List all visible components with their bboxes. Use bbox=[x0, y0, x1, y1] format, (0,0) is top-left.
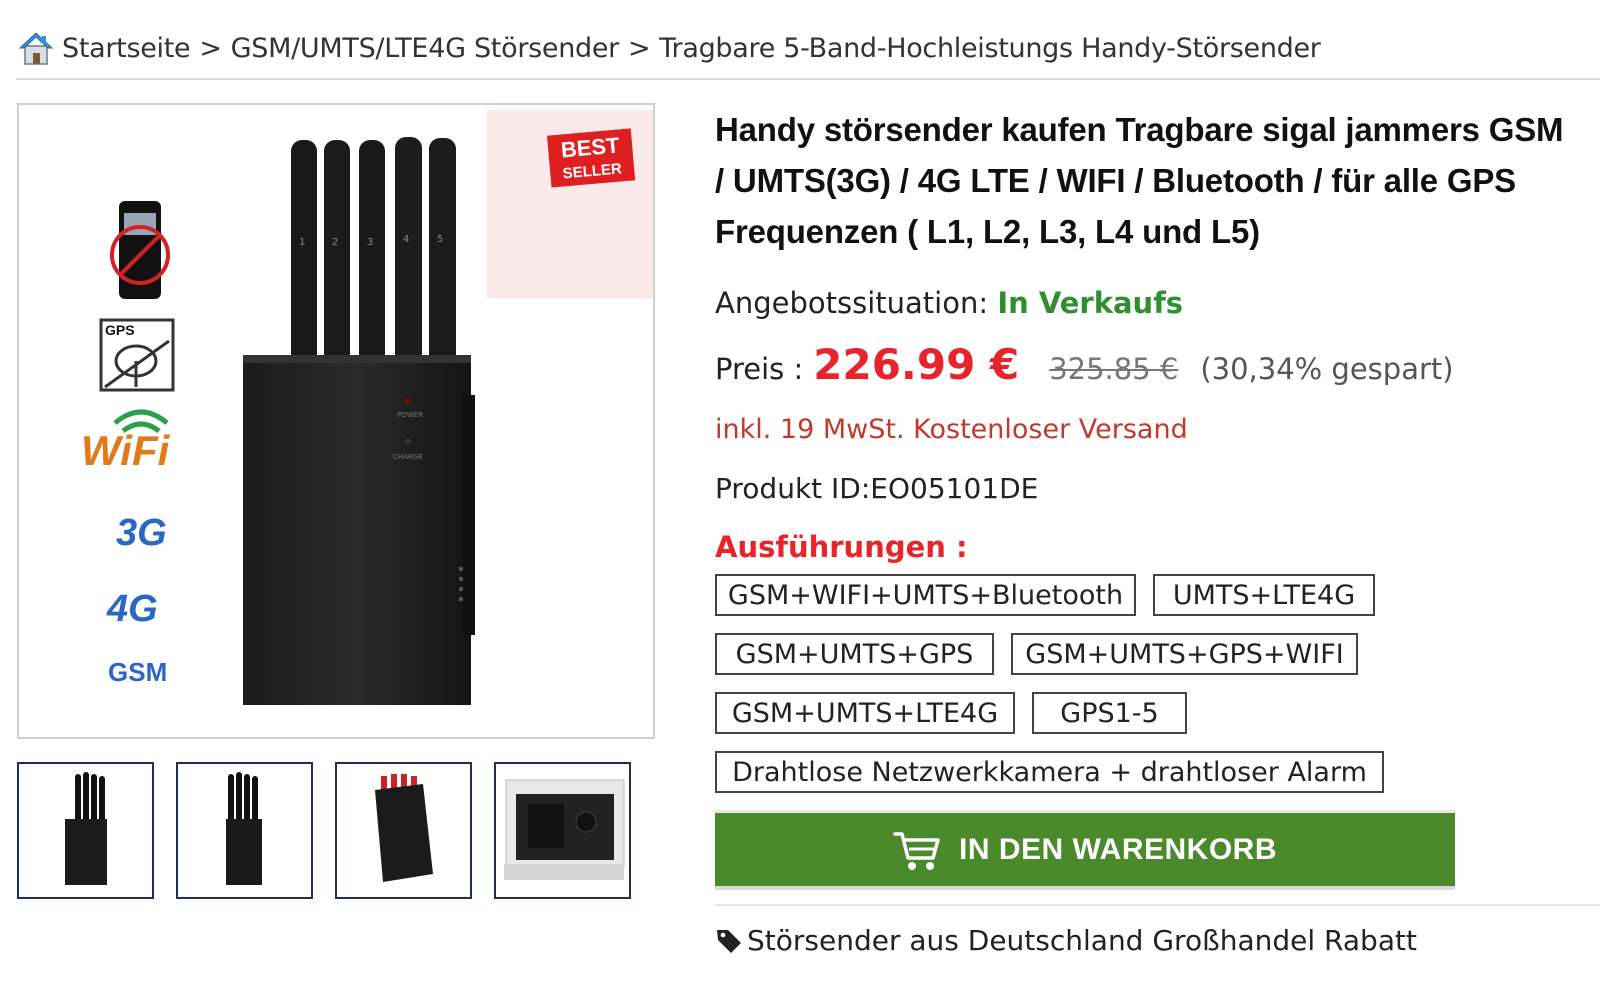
wifi-icon: WiFi bbox=[81, 409, 171, 474]
breadcrumb-link-home[interactable]: Startseite bbox=[62, 33, 191, 64]
cart-button-label: IN DEN WARENKORB bbox=[958, 832, 1277, 866]
svg-text:3: 3 bbox=[367, 237, 373, 248]
option-gsm-umts-gps-wifi[interactable]: GSM+UMTS+GPS+WIFI bbox=[1011, 633, 1358, 675]
vat-note: inkl. 19 MwSt. Kostenloser Versand bbox=[715, 414, 1188, 445]
gsm-icon: GSM bbox=[108, 657, 167, 687]
thumbnail-1[interactable] bbox=[17, 762, 154, 899]
thumbnail-strip bbox=[17, 762, 631, 899]
breadcrumb: Startseite > GSM/UMTS/LTE4G Störsender >… bbox=[16, 20, 1600, 76]
price-old: 325.85 € bbox=[1049, 352, 1179, 386]
breadcrumb-link-category[interactable]: GSM/UMTS/LTE4G Störsender bbox=[231, 33, 620, 64]
breadcrumb-link-product[interactable]: Tragbare 5-Band-Hochleistungs Handy-Stör… bbox=[659, 33, 1321, 64]
availability-row: Angebotssituation: In Verkaufs bbox=[715, 286, 1183, 320]
home-icon[interactable] bbox=[16, 28, 56, 68]
main-product-image[interactable]: BEST SELLER GPS WiFi 3G 4G GSM 1 2 3 4 5… bbox=[17, 103, 655, 739]
product-id: Produkt ID:EO05101DE bbox=[715, 472, 1039, 505]
thumbnail-4[interactable] bbox=[494, 762, 631, 899]
price-saved: (30,34% gespart) bbox=[1200, 352, 1454, 386]
option-gps1-5[interactable]: GPS1-5 bbox=[1032, 692, 1187, 734]
breadcrumb-separator: > bbox=[627, 32, 651, 64]
info-divider bbox=[715, 904, 1600, 906]
svg-text:WiFi: WiFi bbox=[81, 427, 171, 474]
availability-label: Angebotssituation: bbox=[715, 286, 998, 320]
product-photo: BEST SELLER GPS WiFi 3G 4G GSM 1 2 3 4 5… bbox=[81, 110, 653, 705]
svg-text:1: 1 bbox=[299, 237, 305, 248]
gps-icon: GPS bbox=[99, 318, 175, 392]
svg-text:5: 5 bbox=[437, 234, 443, 245]
3g-icon: 3G bbox=[116, 512, 167, 554]
4g-icon: 4G bbox=[106, 588, 158, 630]
price-row: Preis : 226.99 € 325.85 € (30,34% gespar… bbox=[715, 340, 1454, 389]
option-umts-lte4g[interactable]: UMTS+LTE4G bbox=[1153, 574, 1375, 616]
no-phone-icon bbox=[110, 201, 170, 299]
badge-line1: BEST bbox=[560, 132, 621, 162]
breadcrumb-divider bbox=[16, 78, 1600, 80]
price-label: Preis : bbox=[715, 352, 804, 386]
option-gsm-umts-gps[interactable]: GSM+UMTS+GPS bbox=[715, 633, 994, 675]
option-gsm-umts-lte4g[interactable]: GSM+UMTS+LTE4G bbox=[715, 692, 1015, 734]
thumbnail-2[interactable] bbox=[176, 762, 313, 899]
breadcrumb-separator: > bbox=[199, 32, 222, 64]
price-current: 226.99 € bbox=[813, 340, 1020, 389]
option-gsm-wifi-umts-bluetooth[interactable]: GSM+WIFI+UMTS+Bluetooth bbox=[715, 574, 1136, 616]
svg-text:CHARGE: CHARGE bbox=[393, 453, 423, 461]
svg-text:4: 4 bbox=[403, 234, 409, 245]
svg-text:2: 2 bbox=[332, 237, 338, 248]
product-title: Handy störsender kaufen Tragbare sigal j… bbox=[715, 111, 1564, 250]
thumbnail-3[interactable] bbox=[335, 762, 472, 899]
wholesale-text: Störsender aus Deutschland Großhandel Ra… bbox=[747, 924, 1417, 957]
best-seller-badge: BEST SELLER bbox=[546, 128, 636, 188]
wholesale-discount-link[interactable]: Störsender aus Deutschland Großhandel Ra… bbox=[715, 924, 1417, 957]
cart-icon bbox=[893, 831, 940, 870]
svg-text:POWER: POWER bbox=[397, 411, 423, 419]
add-to-cart-button[interactable]: IN DEN WARENKORB bbox=[715, 810, 1455, 890]
tag-icon bbox=[717, 929, 741, 953]
svg-text:GPS: GPS bbox=[105, 322, 135, 338]
options-label: Ausführungen : bbox=[715, 530, 968, 564]
availability-status: In Verkaufs bbox=[997, 286, 1184, 320]
option-camera-alarm[interactable]: Drahtlose Netzwerkkamera + drahtloser Al… bbox=[715, 751, 1384, 793]
jammer-device: 1 2 3 4 5 POWER CHARGE bbox=[243, 137, 475, 705]
